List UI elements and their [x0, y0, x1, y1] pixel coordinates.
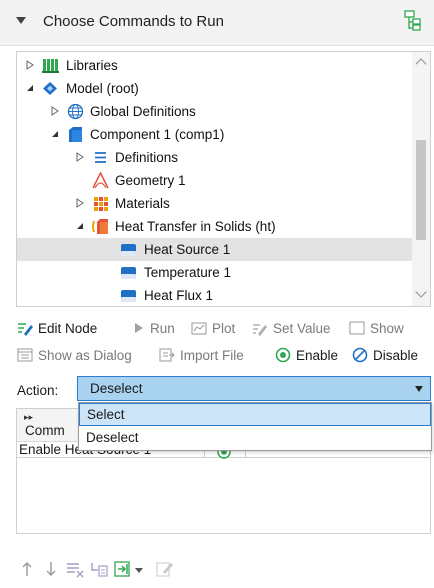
plot-button[interactable]: Plot: [191, 318, 235, 338]
option-deselect[interactable]: Deselect: [79, 427, 431, 450]
expand-arrow-icon[interactable]: [75, 198, 85, 208]
node-tree-icon[interactable]: [402, 10, 422, 32]
run-button[interactable]: Run: [133, 318, 175, 338]
tree-item-label: Heat Source 1: [144, 242, 231, 257]
tree-item-label: Heat Transfer in Solids (ht): [115, 219, 276, 234]
disable-label: Disable: [373, 347, 419, 363]
import-file-label: Import File: [180, 347, 244, 363]
tree-item-definitions[interactable]: Definitions: [17, 146, 412, 169]
run-icon: [135, 323, 143, 333]
enable-label: Enable: [296, 347, 339, 363]
scroll-down-icon[interactable]: [415, 286, 427, 298]
scrollbar-thumb[interactable]: [416, 140, 426, 240]
option-select[interactable]: Select: [79, 403, 431, 426]
geometry-icon: [92, 172, 109, 189]
edit-node-icon: [18, 323, 33, 336]
tree-item-label: Geometry 1: [115, 173, 186, 188]
tree-item-heat-source-1[interactable]: Heat Source 1: [17, 238, 412, 261]
expand-arrow-icon[interactable]: [25, 60, 35, 70]
tree-item-component-1[interactable]: Component 1 (comp1): [17, 123, 412, 146]
chevron-down-icon[interactable]: [134, 560, 144, 578]
show-icon: [349, 321, 365, 335]
action-dropdown-menu[interactable]: Select Deselect: [78, 402, 432, 451]
boundary-feature-icon: [121, 244, 136, 256]
set-value-label: Set Value: [273, 320, 331, 336]
edit-node-button[interactable]: Edit Node: [17, 318, 97, 338]
expand-arrow-icon[interactable]: [75, 152, 85, 162]
tree-item-label: Definitions: [115, 150, 179, 165]
tree-item-heat-transfer[interactable]: Heat Transfer in Solids (ht): [17, 215, 412, 238]
collapse-triangle-icon[interactable]: [16, 17, 26, 24]
disable-button[interactable]: Disable: [352, 345, 418, 365]
tree-item-geometry-1[interactable]: Geometry 1: [17, 169, 412, 192]
clear-list-icon[interactable]: [66, 560, 84, 578]
edit-node-label: Edit Node: [38, 320, 98, 336]
enable-icon: [275, 347, 291, 363]
chevron-down-icon[interactable]: [415, 386, 423, 392]
show-as-dialog-button[interactable]: Show as Dialog: [17, 345, 132, 365]
tree-item-label: Global Definitions: [90, 104, 196, 119]
tree-item-global-definitions[interactable]: Global Definitions: [17, 100, 412, 123]
run-label: Run: [150, 320, 175, 336]
materials-icon: [94, 197, 108, 211]
command-column-header: Comm: [25, 423, 65, 438]
heat-transfer-icon: [92, 219, 108, 234]
collapse-arrow-icon[interactable]: [75, 221, 85, 231]
action-label: Action:: [17, 383, 59, 398]
tree-item-model-root[interactable]: Model (root): [17, 77, 412, 100]
tree-item-label: Temperature 1: [144, 265, 232, 280]
boundary-feature-icon: [121, 290, 136, 302]
add-to-list-icon[interactable]: [90, 560, 108, 578]
tree-item-label: Model (root): [66, 81, 139, 96]
move-down-icon[interactable]: [42, 560, 60, 578]
show-as-dialog-label: Show as Dialog: [38, 347, 132, 363]
show-button[interactable]: Show: [349, 318, 404, 338]
plot-label: Plot: [212, 320, 236, 336]
globe-icon: [67, 103, 84, 120]
enable-button[interactable]: Enable: [275, 345, 338, 365]
import-file-button[interactable]: Import File: [159, 345, 244, 365]
model-root-icon: [43, 82, 57, 95]
import-file-icon: [159, 348, 175, 362]
section-title: Choose Commands to Run: [43, 13, 224, 30]
tree-item-libraries[interactable]: Libraries: [17, 54, 412, 77]
set-value-icon: [253, 324, 267, 336]
tree-item-label: Heat Flux 1: [144, 288, 214, 303]
boundary-feature-icon: [121, 267, 136, 279]
expand-arrow-icon[interactable]: [50, 106, 60, 116]
tree-scrollbar[interactable]: [412, 52, 430, 306]
collapse-arrow-icon[interactable]: [25, 83, 35, 93]
section-header[interactable]: Choose Commands to Run: [0, 0, 434, 46]
scroll-up-icon[interactable]: [415, 58, 427, 70]
show-label: Show: [370, 320, 404, 336]
action-select[interactable]: Deselect: [77, 376, 431, 401]
disable-icon: [352, 347, 368, 363]
tree-item-label: Materials: [115, 196, 170, 211]
collapse-arrow-icon[interactable]: [50, 129, 60, 139]
expand-columns-icon[interactable]: ▸▸: [24, 412, 33, 423]
edit-icon[interactable]: [156, 560, 174, 578]
set-value-button[interactable]: Set Value: [252, 318, 331, 338]
libraries-icon: [42, 59, 59, 73]
action-select-value: Deselect: [90, 381, 143, 396]
tree-item-heat-flux-1[interactable]: Heat Flux 1: [17, 284, 412, 306]
tree-item-temperature-1[interactable]: Temperature 1: [17, 261, 412, 284]
model-tree[interactable]: Libraries Model (root) Global Definition…: [16, 51, 431, 307]
tree-item-materials[interactable]: Materials: [17, 192, 412, 215]
tree-item-label: Libraries: [66, 58, 118, 73]
show-as-dialog-icon: [17, 348, 33, 362]
insert-command-icon[interactable]: [114, 560, 132, 578]
component-icon: [69, 127, 82, 142]
tree-item-label: Component 1 (comp1): [90, 127, 225, 142]
definitions-icon: [95, 152, 106, 163]
move-up-icon[interactable]: [18, 560, 36, 578]
plot-icon: [191, 322, 207, 335]
